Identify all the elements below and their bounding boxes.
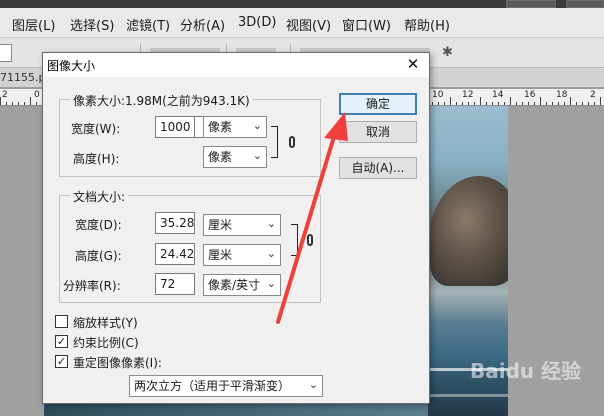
baidu-watermark: Baidu 经验 xyxy=(470,359,581,383)
watermark-layer: Baidu 经验 xyxy=(470,359,581,383)
